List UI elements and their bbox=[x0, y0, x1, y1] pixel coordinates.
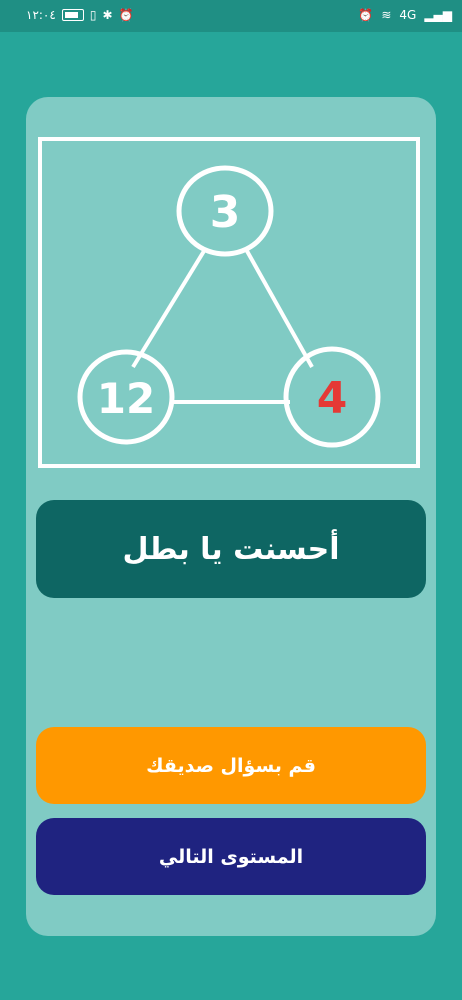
alarm-clock-icon: ⏰ bbox=[358, 8, 374, 22]
node-top-value: 3 bbox=[210, 187, 241, 238]
alarm-icon: ⏰ bbox=[118, 8, 134, 22]
node-left-value: 12 bbox=[97, 374, 155, 423]
next-level-button[interactable]: المستوى التالي bbox=[36, 818, 426, 895]
edge-top-right bbox=[245, 250, 314, 368]
puzzle-diagram: 3 12 4 bbox=[77, 165, 381, 448]
battery-icon bbox=[61, 9, 84, 21]
success-message: أحسنت يا بطل bbox=[36, 500, 426, 598]
wifi-icon: ≋ bbox=[381, 8, 392, 22]
ask-friend-button[interactable]: قم بسؤال صديقك bbox=[36, 727, 426, 804]
success-message-text: أحسنت يا بطل bbox=[122, 531, 340, 567]
ask-friend-label: قم بسؤال صديقك bbox=[146, 754, 316, 777]
bluetooth-icon: ✱ bbox=[102, 8, 113, 22]
next-level-label: المستوى التالي bbox=[158, 845, 304, 868]
signal-icon: ▂▄▆ bbox=[424, 8, 452, 22]
status-right: ⏰ ≋ 4G ▂▄▆ bbox=[358, 8, 452, 22]
edge-top-left bbox=[131, 249, 206, 369]
status-time: ١٢:٠٤ bbox=[26, 8, 56, 22]
game-card: 3 12 4 أحسنت يا بطل قم بسؤال صديقك المست… bbox=[26, 97, 436, 936]
node-right-value: 4 bbox=[317, 373, 348, 424]
puzzle-frame: 3 12 4 bbox=[38, 137, 420, 468]
status-bar: ١٢:٠٤ ▯ ✱ ⏰ ⏰ ≋ 4G ▂▄▆ bbox=[0, 0, 462, 32]
vibrate-icon: ▯ bbox=[89, 8, 97, 22]
network-type-label: 4G bbox=[399, 8, 417, 22]
status-left: ١٢:٠٤ ▯ ✱ ⏰ bbox=[26, 8, 133, 22]
